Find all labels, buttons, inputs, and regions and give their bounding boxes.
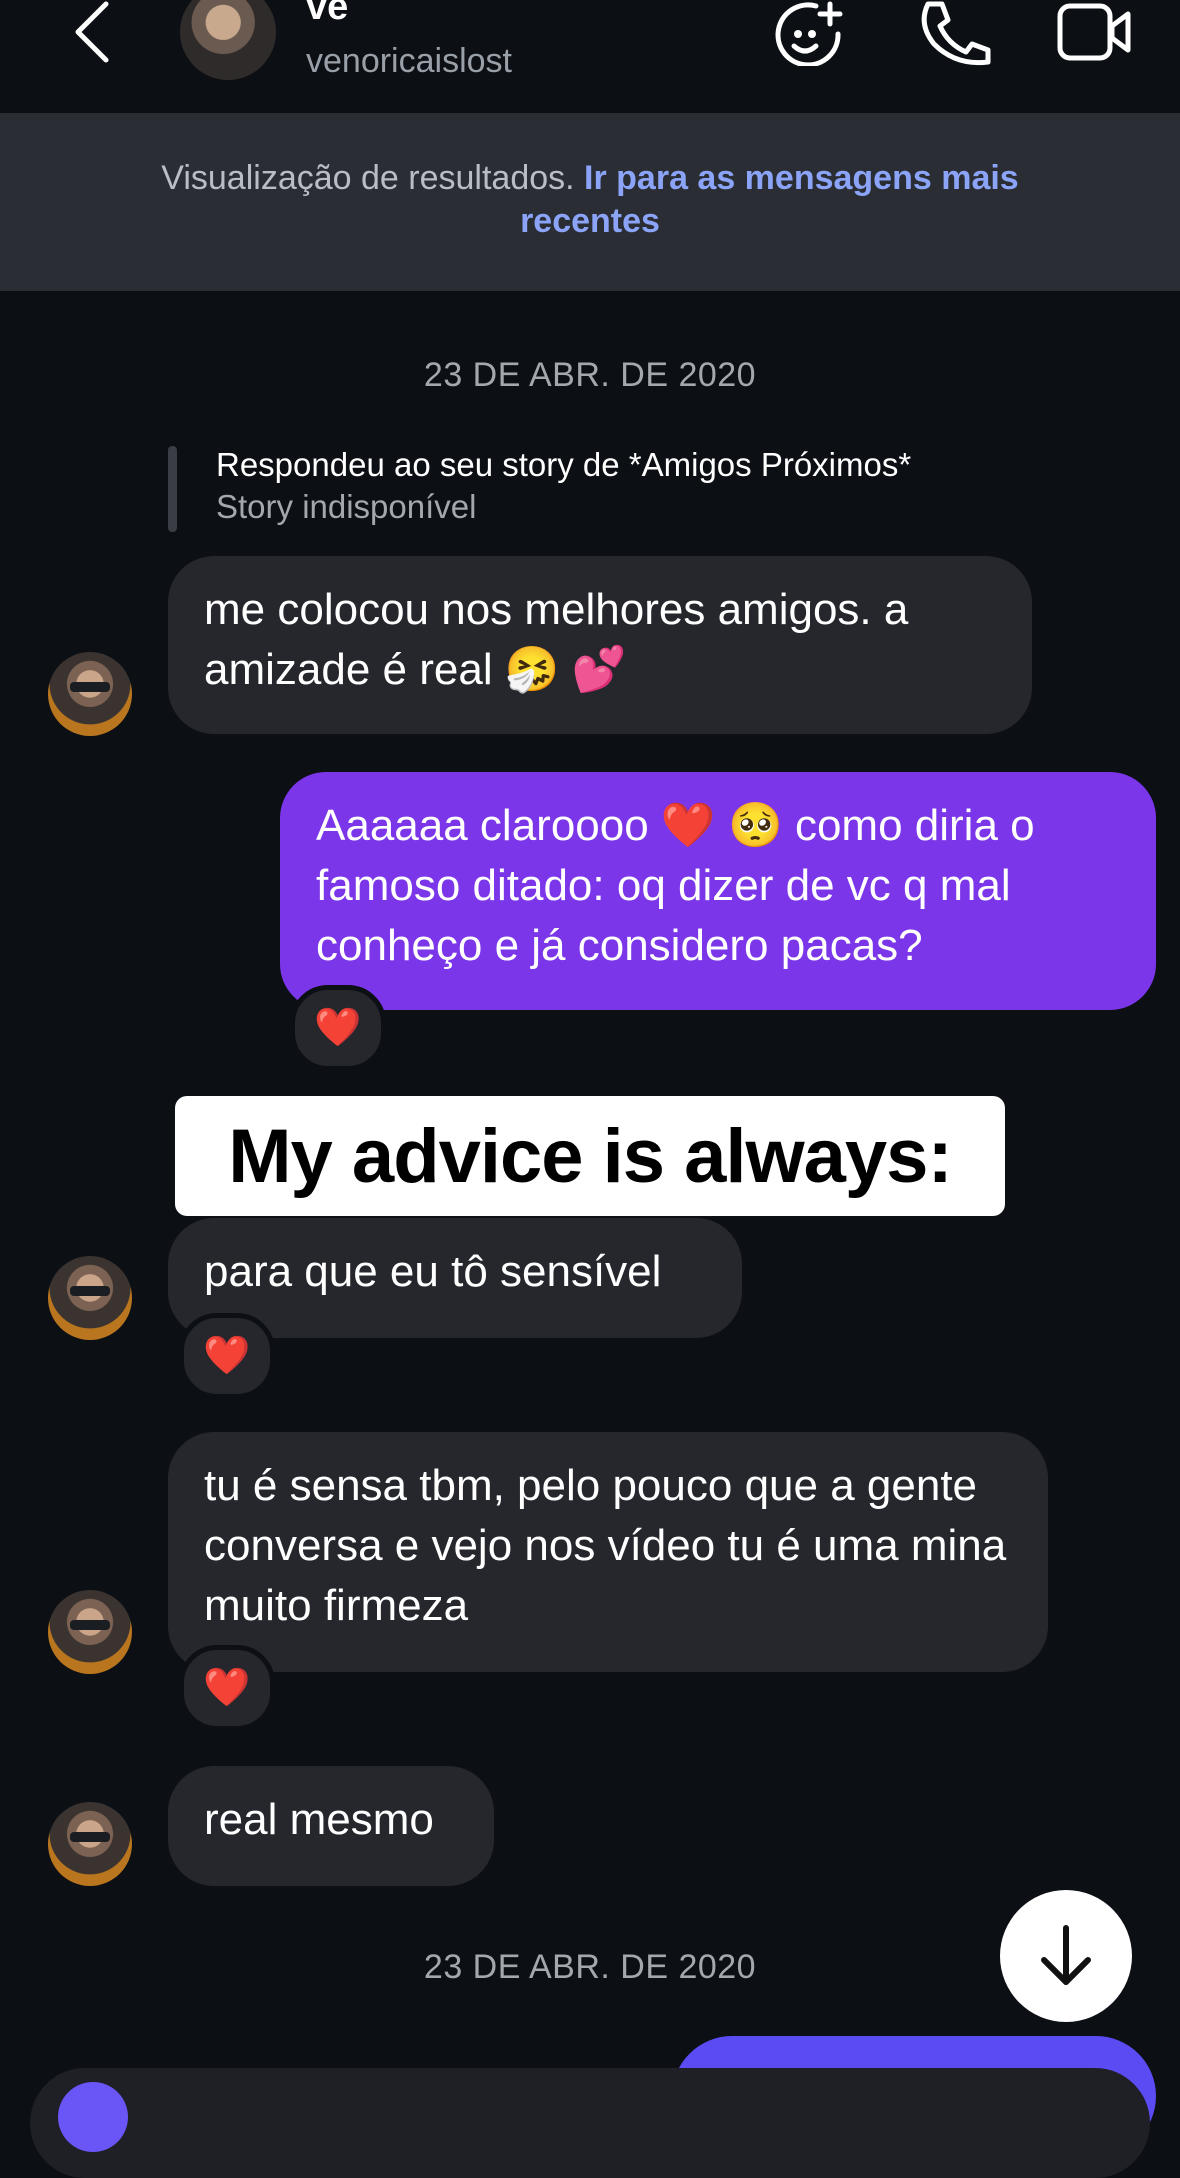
search-results-banner: Visualização de resultados. Ir para as m… bbox=[0, 113, 1180, 291]
chevron-left-icon bbox=[75, 1, 109, 63]
phone-icon bbox=[921, 1, 991, 66]
face-plus-icon bbox=[775, 1, 843, 68]
video-call-button[interactable] bbox=[1056, 0, 1132, 66]
back-button[interactable] bbox=[70, 0, 120, 66]
outgoing-message[interactable]: Aaaaaa claroooo ❤️ 🥺 como diria o famoso… bbox=[280, 772, 1156, 1010]
audio-call-button[interactable] bbox=[916, 0, 992, 66]
banner-message: Visualização de resultados. Ir para as m… bbox=[90, 157, 1090, 243]
contact-avatar[interactable] bbox=[180, 0, 276, 80]
reaction-heart[interactable]: ❤️ bbox=[290, 985, 386, 1071]
avatar[interactable] bbox=[48, 1256, 132, 1340]
avatar[interactable] bbox=[48, 652, 132, 736]
story-unavailable-label[interactable]: Story indisponível bbox=[216, 488, 476, 526]
story-reply-bar bbox=[168, 446, 177, 532]
caption-text: My advice is always: bbox=[228, 1113, 953, 1199]
incoming-message[interactable]: tu é sensa tbm, pelo pouco que a gente c… bbox=[168, 1432, 1048, 1672]
contact-username[interactable]: venoricaislost bbox=[306, 42, 512, 81]
message-composer[interactable] bbox=[30, 2068, 1150, 2178]
heart-icon: ❤️ bbox=[203, 1667, 251, 1709]
heart-icon: ❤️ bbox=[314, 1007, 362, 1049]
incoming-message[interactable]: me colocou nos melhores amigos. a amizad… bbox=[168, 556, 1032, 734]
reaction-heart[interactable]: ❤️ bbox=[179, 1313, 275, 1399]
jump-to-recent-link[interactable]: Ir para as mensagens mais recentes bbox=[520, 159, 1019, 240]
video-caption-overlay: My advice is always: bbox=[175, 1096, 1005, 1216]
arrow-down-icon bbox=[1041, 1925, 1091, 1985]
date-separator: 23 DE ABR. DE 2020 bbox=[423, 356, 757, 394]
banner-text: Visualização de resultados. bbox=[161, 159, 575, 197]
reaction-heart[interactable]: ❤️ bbox=[179, 1645, 275, 1731]
heart-icon: ❤️ bbox=[203, 1335, 251, 1377]
video-camera-icon bbox=[1057, 3, 1131, 61]
avatar[interactable] bbox=[48, 1802, 132, 1886]
contact-name[interactable]: ve bbox=[306, 0, 348, 29]
story-reply-label: Respondeu ao seu story de *Amigos Próxim… bbox=[216, 446, 912, 483]
avatar[interactable] bbox=[48, 1590, 132, 1674]
chat-header: ve venoricaislost bbox=[0, 0, 1180, 113]
incoming-message[interactable]: real mesmo bbox=[168, 1766, 494, 1886]
camera-button[interactable] bbox=[58, 2082, 128, 2152]
effects-button[interactable] bbox=[772, 0, 848, 68]
scroll-to-bottom-button[interactable] bbox=[1000, 1890, 1132, 2022]
